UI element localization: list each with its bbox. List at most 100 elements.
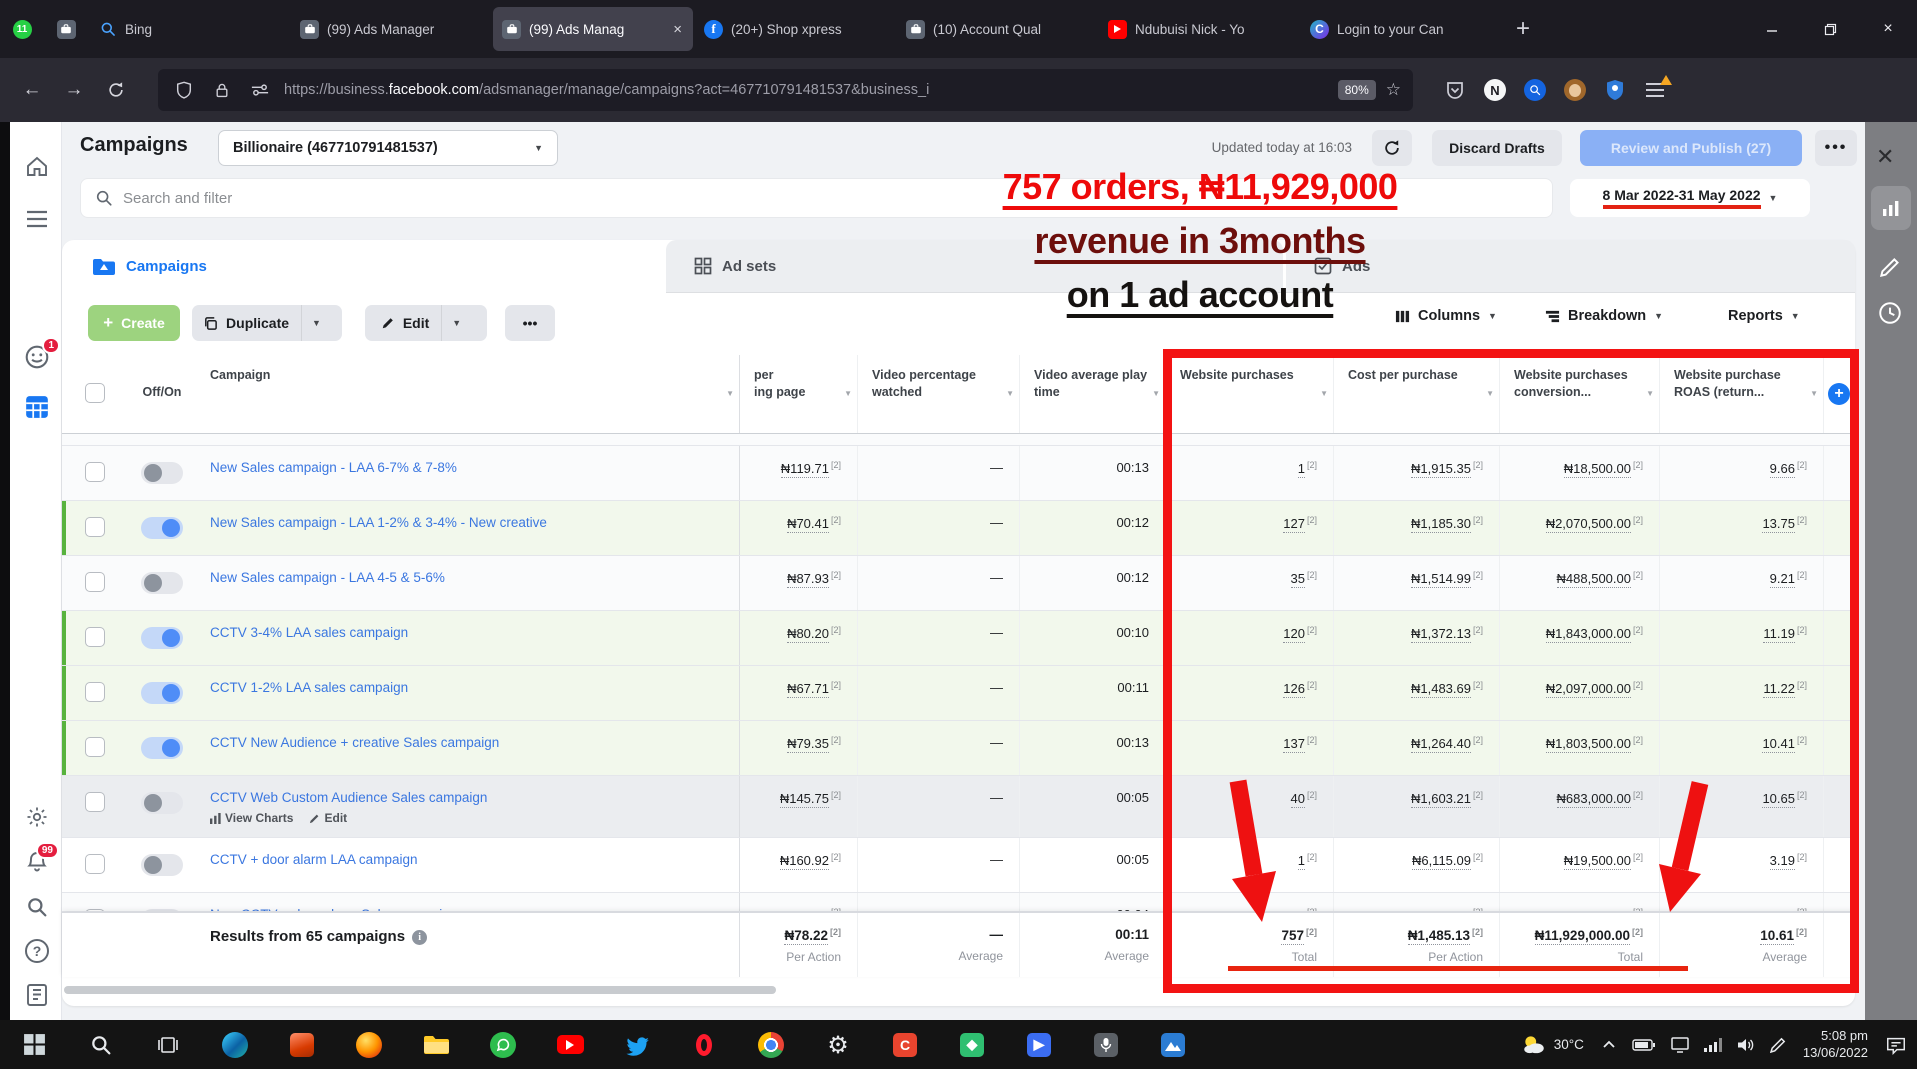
lens-extension-icon[interactable]	[1521, 76, 1549, 104]
sidebar-item-ads-table[interactable]	[20, 390, 54, 424]
taskbar-clock[interactable]: 5:08 pm 13/06/2022	[1803, 1028, 1868, 1062]
window-minimize-button[interactable]	[1743, 0, 1801, 58]
view-charts-action[interactable]: View Charts	[210, 811, 293, 825]
taskbar-opera-icon[interactable]	[682, 1021, 726, 1069]
taskbar-recorder-icon[interactable]	[1084, 1021, 1128, 1069]
browser-tab[interactable]: Ndubuisi Nick - Yo	[1099, 7, 1299, 51]
campaign-toggle[interactable]	[141, 462, 183, 484]
sidebar-item-menu[interactable]	[20, 202, 54, 236]
sidebar-item-avatar[interactable]	[20, 250, 54, 284]
shield-extension-icon[interactable]	[1601, 76, 1629, 104]
sidebar-item-notifications[interactable]: 99	[20, 844, 54, 878]
account-extension-icon[interactable]: N	[1481, 76, 1509, 104]
edit-action[interactable]: Edit	[309, 811, 347, 825]
metric-value[interactable]: —	[990, 570, 1003, 585]
metric-value[interactable]: —	[990, 735, 1003, 750]
metric-value[interactable]: 00:05	[1116, 790, 1149, 805]
taskbar-firefox-icon[interactable]	[347, 1021, 391, 1069]
horizontal-scrollbar[interactable]	[64, 986, 776, 994]
weather-widget[interactable]: 30°C	[1521, 1032, 1584, 1058]
column-video-play-time[interactable]: Video average play time▼	[1020, 355, 1166, 433]
edit-menu-caret[interactable]: ▼	[441, 305, 471, 341]
reload-button[interactable]	[98, 72, 134, 108]
metric-value[interactable]: 00:12	[1116, 515, 1149, 530]
zoom-level-badge[interactable]: 80%	[1338, 80, 1376, 100]
info-icon[interactable]: i	[412, 930, 427, 945]
campaign-link[interactable]: CCTV New Audience + creative Sales campa…	[210, 735, 727, 750]
column-video-percentage[interactable]: Video percentage watched▼	[858, 355, 1020, 433]
row-checkbox[interactable]	[85, 737, 105, 757]
monkey-extension-icon[interactable]	[1561, 76, 1589, 104]
campaign-toggle[interactable]	[141, 854, 183, 876]
back-button[interactable]: ←	[14, 72, 50, 108]
metric-value[interactable]: ₦70.41	[787, 516, 829, 533]
metric-value[interactable]: —	[990, 460, 1003, 475]
taskbar-photos-icon[interactable]	[1151, 1021, 1195, 1069]
history-rail-icon[interactable]	[1877, 300, 1903, 326]
sidebar-item-search[interactable]	[20, 890, 54, 924]
tray-volume-icon[interactable]	[1737, 1037, 1755, 1053]
row-checkbox[interactable]	[85, 854, 105, 874]
lock-icon[interactable]	[208, 76, 236, 104]
permissions-icon[interactable]	[246, 76, 274, 104]
taskbar-youtube-icon[interactable]	[548, 1021, 592, 1069]
row-checkbox[interactable]	[85, 792, 105, 812]
create-button[interactable]: +Create	[88, 305, 180, 341]
close-panel-icon[interactable]: ✕	[1876, 144, 1894, 170]
ad-account-selector[interactable]: Billionaire (467710791481537)▼	[218, 130, 558, 166]
taskbar-task-view-icon[interactable]	[146, 1021, 190, 1069]
browser-tab[interactable]: f(20+) Shop xpress	[695, 7, 895, 51]
campaign-link[interactable]: CCTV 3-4% LAA sales campaign	[210, 625, 727, 640]
metric-value[interactable]: —	[990, 790, 1003, 805]
metric-value[interactable]: ₦79.35	[787, 736, 829, 753]
row-checkbox[interactable]	[85, 682, 105, 702]
sidebar-item-settings[interactable]	[20, 800, 54, 834]
browser-tab[interactable]: (10) Account Qual	[897, 7, 1097, 51]
metric-value[interactable]: ₦160.92	[780, 853, 829, 870]
campaign-toggle[interactable]	[141, 682, 183, 704]
campaign-toggle[interactable]	[141, 737, 183, 759]
sidebar-item-inbox[interactable]: 1	[20, 340, 54, 374]
campaign-toggle[interactable]	[141, 517, 183, 539]
taskbar-settings-icon[interactable]: ⚙	[816, 1021, 860, 1069]
metric-value[interactable]: 00:13	[1116, 460, 1149, 475]
campaign-link[interactable]: CCTV Web Custom Audience Sales campaign	[210, 790, 727, 805]
more-actions-button[interactable]: •••	[505, 305, 555, 341]
metric-value[interactable]: 00:10	[1116, 625, 1149, 640]
tray-chevron-up-icon[interactable]	[1601, 1037, 1617, 1053]
pinned-tab[interactable]	[48, 7, 84, 51]
taskbar-office-icon[interactable]	[280, 1021, 324, 1069]
tray-battery-icon[interactable]	[1632, 1038, 1656, 1052]
reports-button[interactable]: Reports▼	[1728, 308, 1800, 324]
metric-value[interactable]: —	[990, 515, 1003, 530]
taskbar-capcut-icon[interactable]: C	[883, 1021, 927, 1069]
metric-value[interactable]: 00:13	[1116, 735, 1149, 750]
tray-pen-icon[interactable]	[1770, 1037, 1786, 1053]
taskbar-file-explorer-icon[interactable]	[414, 1021, 458, 1069]
duplicate-menu-caret[interactable]: ▼	[301, 305, 331, 341]
sidebar-item-home[interactable]	[20, 150, 54, 184]
browser-tab[interactable]: Bing	[89, 7, 289, 51]
metric-value[interactable]: 00:12	[1116, 570, 1149, 585]
forward-button[interactable]: →	[56, 72, 92, 108]
taskbar-twitter-icon[interactable]	[615, 1021, 659, 1069]
tray-display-icon[interactable]	[1671, 1037, 1689, 1053]
duplicate-button[interactable]: Duplicate ▼	[192, 305, 342, 341]
review-and-publish-button[interactable]: Review and Publish (27)	[1580, 130, 1802, 166]
metric-value[interactable]: ₦119.71	[781, 461, 829, 478]
metric-value[interactable]: ₦67.71	[787, 681, 829, 698]
pinned-tab[interactable]: 11	[4, 7, 40, 51]
sidebar-item-pages[interactable]	[20, 978, 54, 1012]
browser-tab[interactable]: (99) Ads Manag×	[493, 7, 693, 51]
campaign-toggle[interactable]	[141, 572, 183, 594]
taskbar-search-icon[interactable]	[79, 1021, 123, 1069]
metric-value[interactable]: 00:11	[1117, 680, 1149, 695]
address-bar[interactable]: https://business.facebook.com/adsmanager…	[158, 69, 1413, 111]
browser-tab[interactable]: CLogin to your Can	[1301, 7, 1501, 51]
metric-value[interactable]: ₦145.75	[780, 791, 829, 808]
taskbar-start-icon[interactable]	[12, 1021, 56, 1069]
column-campaign[interactable]: Campaign▼	[196, 355, 740, 433]
taskbar-whatsapp-icon[interactable]	[481, 1021, 525, 1069]
new-tab-button[interactable]: +	[1516, 17, 1530, 41]
window-restore-button[interactable]	[1801, 0, 1859, 58]
